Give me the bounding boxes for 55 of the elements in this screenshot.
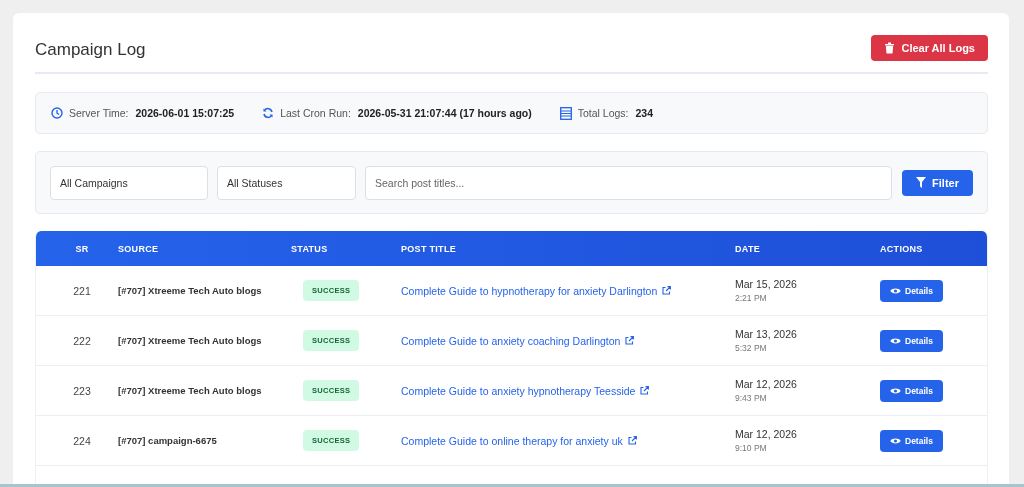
date-text: Mar 15, 2026 bbox=[735, 278, 798, 290]
table-cell-text: [#707] Xtreeme Tech Auto blogs bbox=[118, 335, 263, 346]
page-title: Campaign Log bbox=[35, 40, 146, 60]
info-label: Last Cron Run: bbox=[280, 107, 351, 119]
eye-icon bbox=[890, 286, 901, 295]
details-button[interactable]: Details bbox=[880, 379, 943, 402]
post-title-link[interactable]: Complete Guide to hypnotherapy for anxiety Darlington bbox=[401, 284, 658, 297]
eye-icon bbox=[890, 386, 901, 395]
table-cell-text: [#707] campaign-6675 bbox=[118, 435, 218, 446]
info-label: Server Time: bbox=[69, 107, 129, 119]
details-button[interactable]: Details bbox=[880, 429, 943, 452]
table-cell-text: 223 bbox=[72, 384, 92, 397]
eye-icon bbox=[890, 436, 901, 445]
post-title-link[interactable]: Complete Guide to online therapy for anxiety uk bbox=[401, 434, 623, 447]
status-select[interactable]: All Statuses bbox=[217, 165, 356, 200]
clear-all-logs-button[interactable]: Clear All Logs bbox=[871, 35, 988, 61]
info-value: 2026-05-31 21:07:44 (17 hours ago) bbox=[357, 107, 532, 119]
trash-icon bbox=[884, 42, 896, 54]
clock-icon bbox=[51, 107, 63, 119]
eye-icon bbox=[890, 336, 901, 345]
table-cell-text: [#707] Xtreeme Tech Auto blogs bbox=[118, 385, 263, 396]
list-icon bbox=[559, 106, 572, 120]
info-label: Total Logs: bbox=[577, 107, 629, 119]
column-header: SOURCE bbox=[118, 243, 160, 254]
date-text: Mar 13, 2026 bbox=[735, 328, 798, 340]
info-value: 234 bbox=[635, 107, 654, 119]
column-header: SR bbox=[74, 243, 90, 254]
external-link-icon[interactable] bbox=[640, 386, 650, 395]
external-link-icon[interactable] bbox=[662, 286, 672, 295]
external-link-icon[interactable] bbox=[625, 336, 635, 345]
table-cell-text: [#707] Xtreeme Tech Auto blogs bbox=[118, 285, 263, 296]
campaign-select[interactable]: All Campaigns bbox=[50, 165, 208, 200]
column-header: ACTIONS bbox=[880, 243, 924, 254]
table-cell-text: 222 bbox=[72, 334, 92, 347]
funnel-icon bbox=[916, 177, 927, 188]
post-title-link[interactable]: Complete Guide to anxiety hypnotherapy Teesside bbox=[401, 384, 636, 397]
info-value: 2026-06-01 15:07:25 bbox=[135, 107, 235, 119]
details-button[interactable]: Details bbox=[880, 279, 943, 302]
column-header: DATE bbox=[735, 243, 762, 254]
table-cell-text: 221 bbox=[72, 284, 92, 297]
time-text: 2:21 PM bbox=[735, 293, 768, 303]
time-text: 5:32 PM bbox=[735, 343, 768, 353]
table-cell-text: 224 bbox=[72, 434, 92, 447]
details-button[interactable]: Details bbox=[880, 329, 943, 352]
time-text: 9:10 PM bbox=[735, 443, 768, 453]
post-title-link[interactable]: Complete Guide to anxiety coaching Darlington bbox=[401, 334, 621, 347]
external-link-icon[interactable] bbox=[627, 436, 637, 445]
filter-button[interactable]: Filter bbox=[902, 169, 973, 196]
date-text: Mar 12, 2026 bbox=[735, 378, 798, 390]
sync-icon bbox=[262, 107, 275, 119]
column-header: STATUS bbox=[291, 243, 329, 254]
search-field[interactable]: Search post titles... bbox=[365, 165, 893, 200]
time-text: 9:43 PM bbox=[735, 393, 768, 403]
column-header: POST TITLE bbox=[401, 243, 457, 254]
date-text: Mar 12, 2026 bbox=[735, 428, 798, 440]
